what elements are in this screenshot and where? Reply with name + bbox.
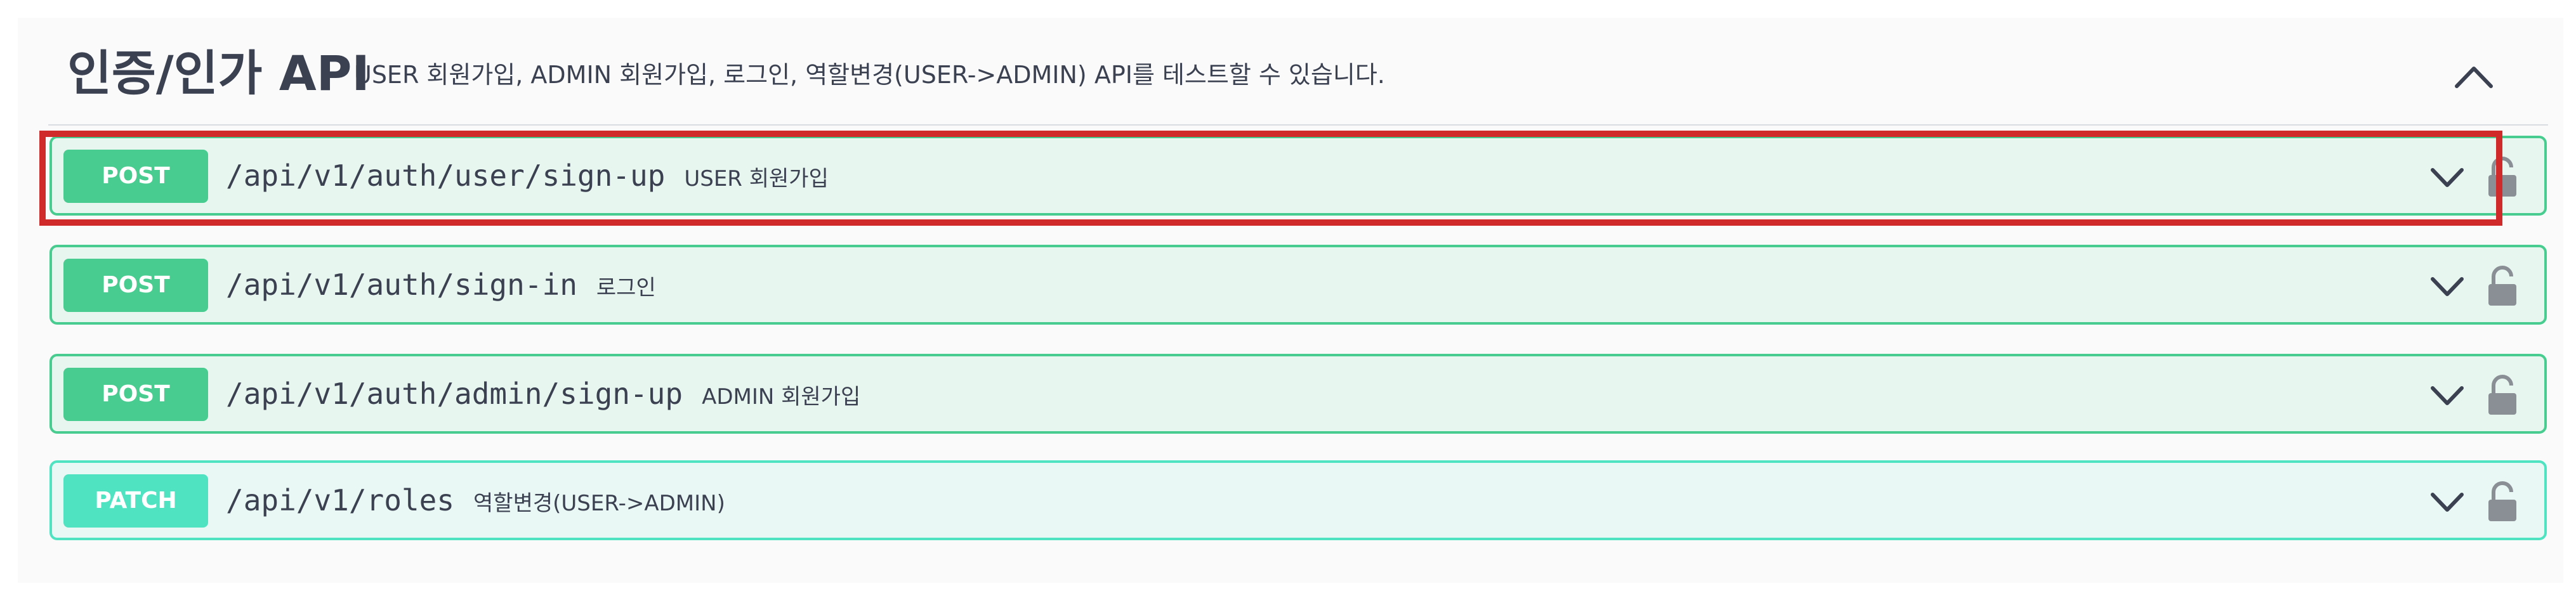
opblock-path: /api/v1/auth/sign-in 로그인 — [226, 264, 656, 309]
chevron-down-icon[interactable] — [2425, 484, 2469, 519]
tag-title: 인증/인가 API — [67, 45, 370, 101]
opblock-post-user-sign-up[interactable]: POST /api/v1/auth/user/sign-up USER 회원가입 — [49, 136, 2547, 216]
opblock-path: /api/v1/auth/user/sign-up USER 회원가입 — [226, 155, 829, 200]
path-text: /api/v1/auth/user/sign-up — [226, 159, 666, 193]
opblock-path: /api/v1/roles 역할변경(USER->ADMIN) — [226, 479, 725, 524]
method-badge: POST — [63, 368, 208, 421]
tag-header[interactable]: 인증/인가 API USER 회원가입, ADMIN 회원가입, 로그인, 역할… — [18, 18, 2563, 126]
opblock-summary: 로그인 — [596, 275, 656, 301]
opblock-path: /api/v1/auth/admin/sign-up ADMIN 회원가입 — [226, 373, 860, 418]
swagger-page: 인증/인가 API USER 회원가입, ADMIN 회원가입, 로그인, 역할… — [0, 0, 2576, 603]
opblock-summary: 역할변경(USER->ADMIN) — [473, 491, 725, 516]
method-badge: POST — [63, 150, 208, 203]
path-text: /api/v1/roles — [226, 483, 455, 517]
chevron-down-icon[interactable] — [2425, 269, 2469, 303]
lock-icon[interactable] — [2486, 479, 2519, 524]
path-text: /api/v1/auth/admin/sign-up — [226, 377, 683, 411]
lock-icon[interactable] — [2486, 373, 2519, 417]
lock-icon[interactable] — [2486, 264, 2519, 308]
tag-divider — [48, 124, 2548, 126]
chevron-down-icon[interactable] — [2425, 160, 2469, 194]
lock-icon[interactable] — [2486, 155, 2519, 199]
chevron-down-icon[interactable] — [2425, 378, 2469, 412]
opblock-summary: ADMIN 회원가입 — [702, 384, 861, 410]
path-text: /api/v1/auth/sign-in — [226, 268, 577, 302]
opblock-summary: USER 회원가입 — [684, 166, 829, 191]
opblock-post-admin-sign-up[interactable]: POST /api/v1/auth/admin/sign-up ADMIN 회원가… — [49, 354, 2547, 434]
opblock-post-sign-in[interactable]: POST /api/v1/auth/sign-in 로그인 — [49, 245, 2547, 325]
tag-description: USER 회원가입, ADMIN 회원가입, 로그인, 역할변경(USER->A… — [354, 61, 1385, 89]
method-badge: POST — [63, 259, 208, 312]
chevron-up-icon[interactable] — [2445, 55, 2502, 99]
tag-section-auth: 인증/인가 API USER 회원가입, ADMIN 회원가입, 로그인, 역할… — [18, 18, 2563, 583]
opblock-patch-roles[interactable]: PATCH /api/v1/roles 역할변경(USER->ADMIN) — [49, 460, 2547, 540]
method-badge: PATCH — [63, 474, 208, 528]
